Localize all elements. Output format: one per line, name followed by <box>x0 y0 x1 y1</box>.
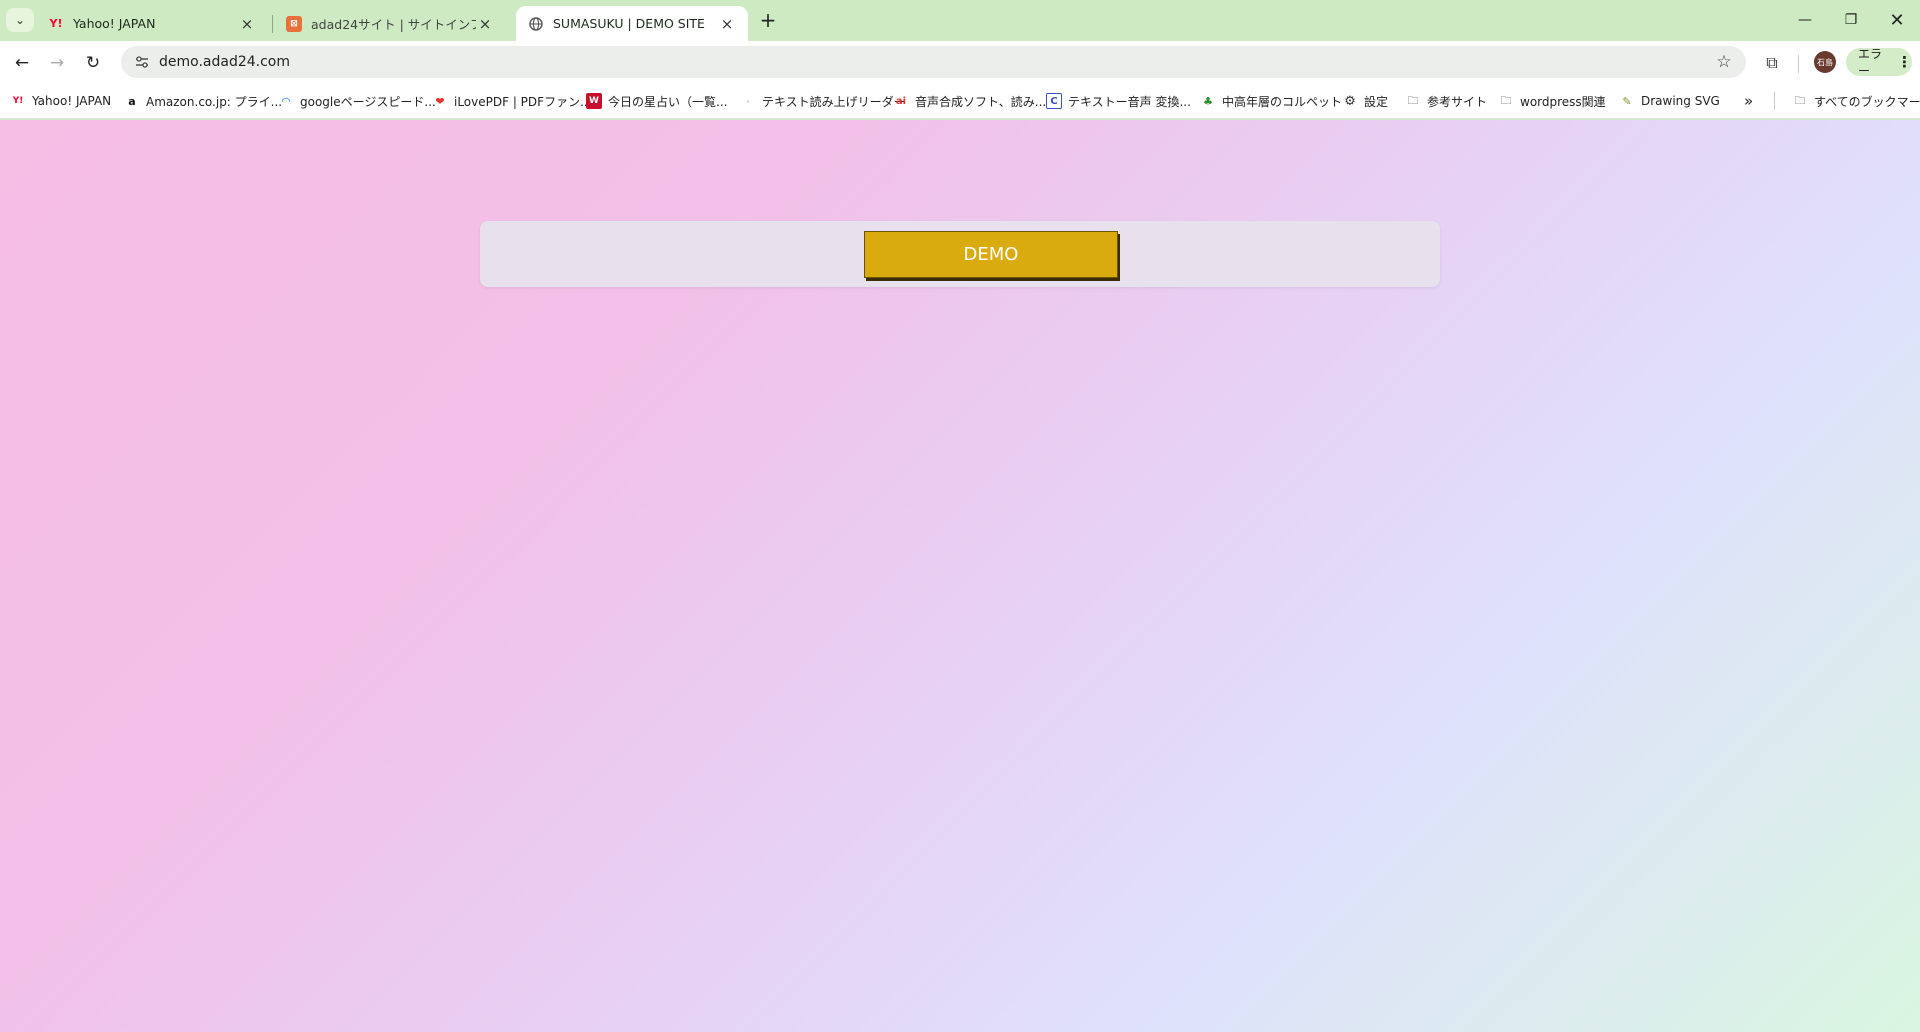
page-content: DEMO <box>0 120 1920 1032</box>
tts-icon: · <box>745 94 751 108</box>
bookmark-item[interactable]: · テキスト読み上げリーダー <box>740 91 906 111</box>
address-bar[interactable]: demo.adad24.com ☆ <box>121 46 1746 78</box>
yahoo-icon: Y! <box>12 96 24 106</box>
bookmark-label: Yahoo! JAPAN <box>32 94 112 108</box>
bookmark-folder[interactable]: 🗀 wordpress関連 <box>1498 91 1606 111</box>
tab-sumasuku[interactable]: SUMASUKU | DEMO SITE × <box>516 6 748 41</box>
reload-icon: ↻ <box>85 53 101 73</box>
bookmark-folder[interactable]: 🗀 参考サイト <box>1405 91 1488 111</box>
bookmark-label: Amazon.co.jp: プライ... <box>146 94 283 109</box>
bookmark-item[interactable]: C テキストー音声 変換... <box>1046 91 1191 111</box>
bookmark-label: 音声合成ソフト、読み... <box>915 94 1047 109</box>
chevron-double-right-icon: » <box>1744 92 1754 110</box>
restore-button[interactable]: ❐ <box>1834 6 1868 34</box>
bookmark-label: 参考サイト <box>1427 94 1488 109</box>
site-info-icon[interactable] <box>127 56 157 68</box>
folder-icon: 🗀 <box>1500 93 1512 107</box>
svg-icon: ✎ <box>1622 94 1632 108</box>
bookmark-label: 今日の星占い（一覧... <box>608 94 728 109</box>
bookmark-label: Drawing SVG <box>1641 94 1720 108</box>
tab-title: SUMASUKU | DEMO SITE <box>553 16 705 31</box>
bookmark-item[interactable]: ✎ Drawing SVG <box>1619 91 1720 111</box>
tab-search-button[interactable]: ⌄ <box>6 8 34 32</box>
tab-yahoo[interactable]: Y! Yahoo! JAPAN × <box>36 6 268 41</box>
bookmark-label: 設定 <box>1364 94 1389 109</box>
frog-icon: ♣ <box>1203 94 1213 108</box>
bookmark-item[interactable]: ❤ iLovePDF | PDFファン... <box>432 91 592 111</box>
bookmark-label: 中高年層のコルペット <box>1222 94 1343 109</box>
globe-icon <box>528 16 544 32</box>
more-vert-icon[interactable]: ⋮ <box>1897 53 1912 71</box>
back-button[interactable]: ← <box>8 49 36 77</box>
bookmarks-bar: Y! Yahoo! JAPAN a Amazon.co.jp: プライ... ◠ go… <box>0 83 1920 119</box>
close-icon[interactable]: × <box>718 15 736 33</box>
profile-error-chip[interactable]: エラー ⋮ <box>1846 47 1912 78</box>
arrow-right-icon: → <box>49 53 65 73</box>
bookmark-label: すべてのブックマーク <box>1814 94 1920 109</box>
minimize-button[interactable]: — <box>1788 6 1822 34</box>
bookmarks-overflow-button[interactable]: » <box>1744 91 1753 111</box>
bookmark-label: googleページスピード... <box>300 94 436 109</box>
close-icon: ✕ <box>1889 9 1905 31</box>
star-icon[interactable]: ☆ <box>1710 52 1738 72</box>
close-window-button[interactable]: ✕ <box>1880 6 1914 34</box>
tab-title: adad24サイト | サイトインフォメーション <box>311 17 476 32</box>
close-icon[interactable]: × <box>476 15 494 33</box>
bookmark-item[interactable]: ♣ 中高年層のコルペット <box>1200 91 1342 111</box>
all-bookmarks-folder[interactable]: 🗀 すべてのブックマーク <box>1792 91 1920 111</box>
c-icon: C <box>1046 93 1062 109</box>
bookmark-label: テキスト読み上げリーダー <box>762 94 906 109</box>
bookmarks-divider <box>1774 92 1775 110</box>
tab-title: Yahoo! JAPAN <box>73 16 156 31</box>
bookmark-item[interactable]: ◠ googleページスピード... <box>278 91 436 111</box>
tab-strip: ⌄ Y! Yahoo! JAPAN × ⊠ adad24サイト | サイトインフ… <box>0 0 1920 41</box>
profile-avatar[interactable]: 石島 <box>1814 51 1836 73</box>
bookmark-item[interactable]: ai 音声合成ソフト、読み... <box>893 91 1046 111</box>
adad24-icon: ⊠ <box>286 15 302 32</box>
bookmark-item[interactable]: ⚙ 設定 <box>1342 91 1388 111</box>
bookmark-item[interactable]: a Amazon.co.jp: プライ... <box>124 91 282 111</box>
ai-voice-icon: ai <box>895 95 907 107</box>
bookmark-label: wordpress関連 <box>1520 94 1606 109</box>
error-label: エラー <box>1858 47 1883 78</box>
puzzle-icon: ⧉ <box>1766 53 1778 72</box>
new-tab-button[interactable]: + <box>756 8 780 32</box>
chevron-down-icon: ⌄ <box>14 13 26 27</box>
pagespeed-icon: ◠ <box>281 94 291 108</box>
toolbar-divider <box>1798 55 1799 73</box>
bookmark-label: テキストー音声 変換... <box>1068 94 1191 109</box>
folder-icon: 🗀 <box>1794 93 1806 107</box>
close-icon[interactable]: × <box>238 15 256 33</box>
horoscope-icon: W <box>586 93 602 109</box>
tab-divider <box>272 15 273 33</box>
amazon-icon: a <box>128 94 136 108</box>
yahoo-icon: Y! <box>49 17 63 30</box>
ilovepdf-icon: ❤ <box>435 94 445 108</box>
bookmark-label: iLovePDF | PDFファン... <box>454 94 592 109</box>
extensions-button[interactable]: ⧉ <box>1758 49 1786 77</box>
forward-button[interactable]: → <box>43 49 71 77</box>
reload-button[interactable]: ↻ <box>79 49 107 77</box>
bookmark-item[interactable]: Y! Yahoo! JAPAN <box>10 91 111 111</box>
minimize-icon: — <box>1798 12 1812 28</box>
bookmark-item[interactable]: W 今日の星占い（一覧... <box>586 91 727 111</box>
plus-icon: + <box>759 8 777 32</box>
demo-button[interactable]: DEMO <box>864 231 1118 278</box>
folder-icon: 🗀 <box>1407 93 1419 107</box>
tab-adad24[interactable]: ⊠ adad24サイト | サイトインフォメーション × <box>274 6 506 41</box>
gear-icon: ⚙ <box>1344 93 1356 109</box>
arrow-left-icon: ← <box>14 53 30 73</box>
browser-toolbar: ← → ↻ demo.adad24.com ☆ ⧉ 石島 エラー ⋮ <box>0 41 1920 83</box>
restore-icon: ❐ <box>1844 12 1858 28</box>
url-text[interactable]: demo.adad24.com <box>159 54 1710 70</box>
